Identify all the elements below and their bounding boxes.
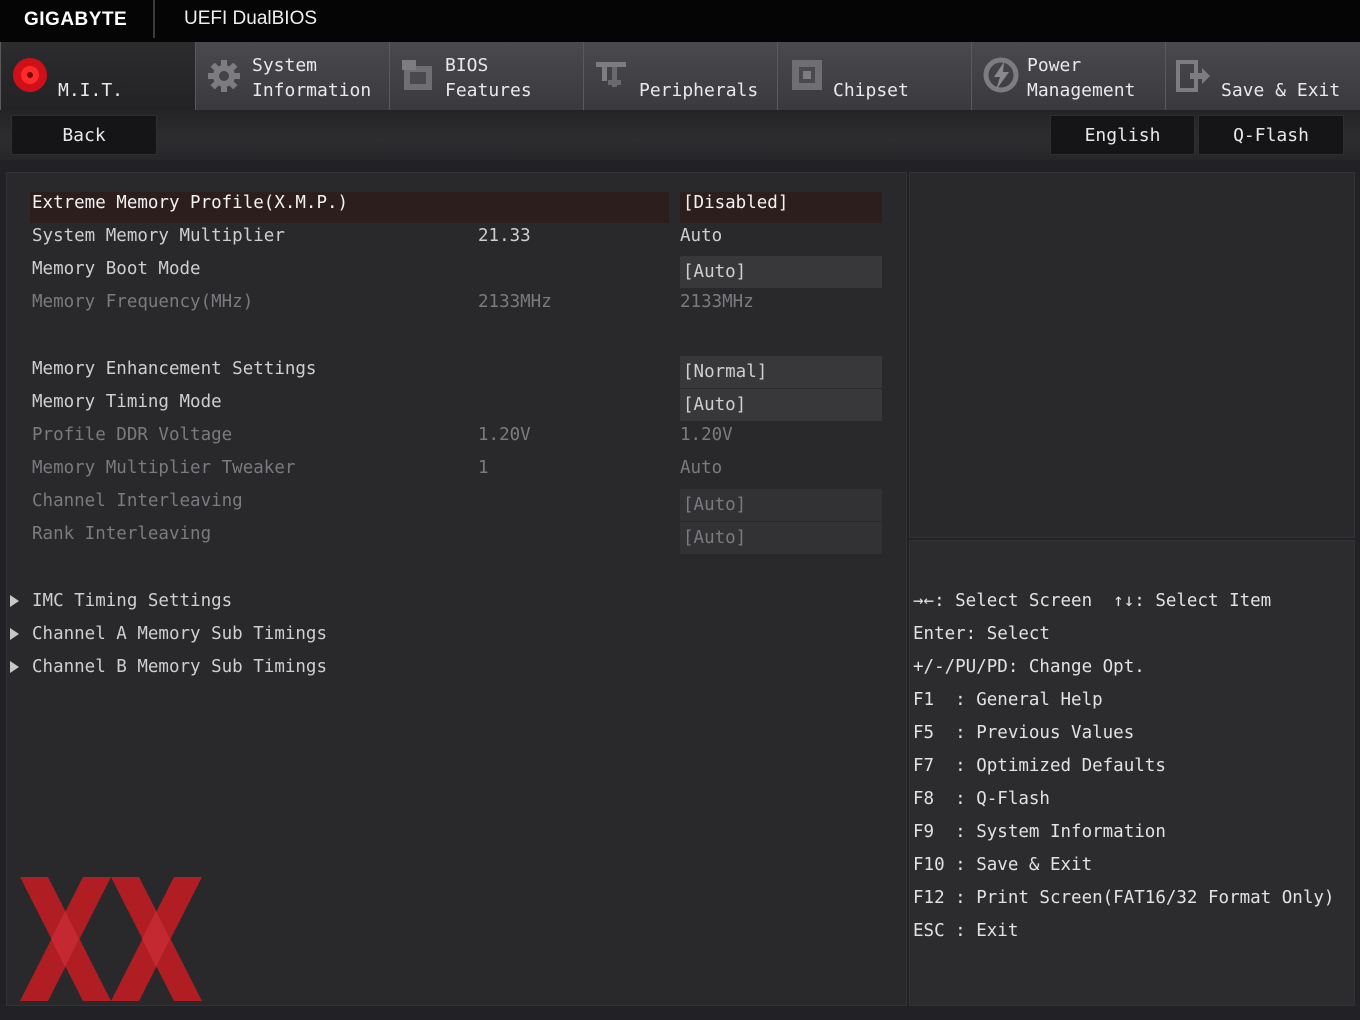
setting-channel-interleaving-field: [Auto] [680, 489, 882, 521]
help-line-esc: ESC : Exit [913, 921, 1019, 941]
tab-mit-label: M.I.T. [58, 80, 124, 101]
help-line-change: +/-/PU/PD: Change Opt. [913, 657, 1145, 677]
submenu-imc-timing[interactable]: IMC Timing Settings [32, 589, 232, 613]
mit-red-circle-icon [13, 58, 47, 92]
setting-memory-boot-mode-field[interactable]: [Auto] [680, 256, 882, 288]
help-line-f5: F5 : Previous Values [913, 723, 1135, 743]
tab-power-management[interactable]: Power Management [971, 42, 1165, 110]
tab-power-management-line2: Management [1027, 80, 1136, 101]
setting-memory-frequency-value: 2133MHz [680, 292, 754, 312]
item-help-panel [909, 172, 1355, 538]
setting-channel-interleaving-value: [Auto] [683, 495, 747, 515]
help-line-f9: F9 : System Information [913, 822, 1166, 842]
help-line-f10: F10 : Save & Exit [913, 855, 1093, 875]
setting-memory-boot-mode-label[interactable]: Memory Boot Mode [32, 257, 201, 281]
setting-memory-frequency-current: 2133MHz [478, 292, 552, 312]
setting-memory-enhancement-label[interactable]: Memory Enhancement Settings [32, 357, 316, 381]
tab-mit[interactable]: M.I.T. [0, 42, 195, 110]
submenu-arrow-icon [10, 628, 19, 640]
chipset-icon [792, 60, 822, 90]
xx-logo-icon [20, 877, 202, 1001]
setting-memory-multiplier-tweaker-label: Memory Multiplier Tweaker [32, 458, 296, 478]
help-line-enter: Enter: Select [913, 624, 1050, 644]
tab-save-exit[interactable]: Save & Exit [1165, 42, 1360, 110]
setting-memory-multiplier-tweaker-current: 1 [478, 458, 489, 478]
setting-profile-ddr-voltage-label: Profile DDR Voltage [32, 425, 233, 445]
setting-system-memory-multiplier-value: Auto [680, 226, 723, 246]
setting-memory-timing-mode-value: [Auto] [683, 395, 747, 415]
setting-memory-frequency-label: Memory Frequency(MHz) [32, 292, 254, 312]
tab-peripherals-label: Peripherals [639, 80, 759, 101]
help-line-f12: F12 : Print Screen(FAT16/32 Format Only) [913, 888, 1335, 908]
setting-memory-enhancement-value: [Normal] [683, 362, 768, 382]
exit-door-icon [1176, 60, 1210, 92]
setting-xmp-label[interactable]: Extreme Memory Profile(X.M.P.) [32, 191, 348, 215]
tab-system-information-line1: System [252, 55, 318, 76]
setting-rank-interleaving-label: Rank Interleaving [32, 524, 212, 544]
setting-memory-multiplier-tweaker-value: Auto [680, 458, 723, 478]
tab-chipset-label: Chipset [833, 80, 909, 101]
setting-memory-timing-mode-label[interactable]: Memory Timing Mode [32, 390, 222, 414]
tab-bios-features-line1: BIOS [445, 55, 489, 76]
setting-profile-ddr-voltage-value: 1.20V [680, 425, 733, 445]
setting-profile-ddr-voltage-current: 1.20V [478, 425, 531, 445]
setting-memory-enhancement-field[interactable]: [Normal] [680, 356, 882, 388]
submenu-arrow-icon [10, 661, 19, 673]
bios-title: UEFI DualBIOS [184, 8, 318, 29]
help-line-f7: F7 : Optimized Defaults [913, 756, 1166, 776]
tab-save-exit-label: Save & Exit [1221, 80, 1341, 101]
help-line-f8: F8 : Q-Flash [913, 789, 1050, 809]
setting-rank-interleaving-value: [Auto] [683, 528, 747, 548]
setting-system-memory-multiplier-current: 21.33 [478, 226, 531, 246]
setting-xmp-value[interactable]: [Disabled] [683, 191, 788, 215]
setting-channel-interleaving-label: Channel Interleaving [32, 491, 243, 511]
tab-system-information-line2: Information [252, 80, 372, 101]
tab-chipset[interactable]: Chipset [777, 42, 971, 110]
header-divider [153, 0, 155, 38]
help-line-f1: F1 : General Help [913, 690, 1103, 710]
help-line-navigation: →←: Select Screen ↑↓: Select Item [913, 591, 1272, 611]
tab-bios-features[interactable]: BIOS Features [389, 42, 583, 110]
gear-icon [208, 60, 240, 92]
gigabyte-logo: GIGABYTE [24, 9, 128, 30]
qflash-button[interactable]: Q-Flash [1198, 115, 1344, 155]
setting-system-memory-multiplier-label: System Memory Multiplier [32, 226, 285, 246]
power-icon [983, 57, 1019, 93]
setting-rank-interleaving-field: [Auto] [680, 522, 882, 554]
submenu-channel-b[interactable]: Channel B Memory Sub Timings [32, 655, 327, 679]
language-button[interactable]: English [1050, 115, 1195, 155]
setting-memory-timing-mode-field[interactable]: [Auto] [680, 389, 882, 421]
back-button[interactable]: Back [11, 115, 157, 155]
submenu-channel-a[interactable]: Channel A Memory Sub Timings [32, 622, 327, 646]
setting-memory-boot-mode-value: [Auto] [683, 262, 747, 282]
tab-system-information[interactable]: System Information [195, 42, 389, 110]
tab-peripherals[interactable]: Peripherals [583, 42, 777, 110]
tab-power-management-line1: Power [1027, 55, 1082, 76]
peripherals-icon [596, 62, 626, 87]
chip-icon [402, 60, 432, 90]
submenu-arrow-icon [10, 595, 19, 607]
tab-bios-features-line2: Features [445, 80, 532, 101]
